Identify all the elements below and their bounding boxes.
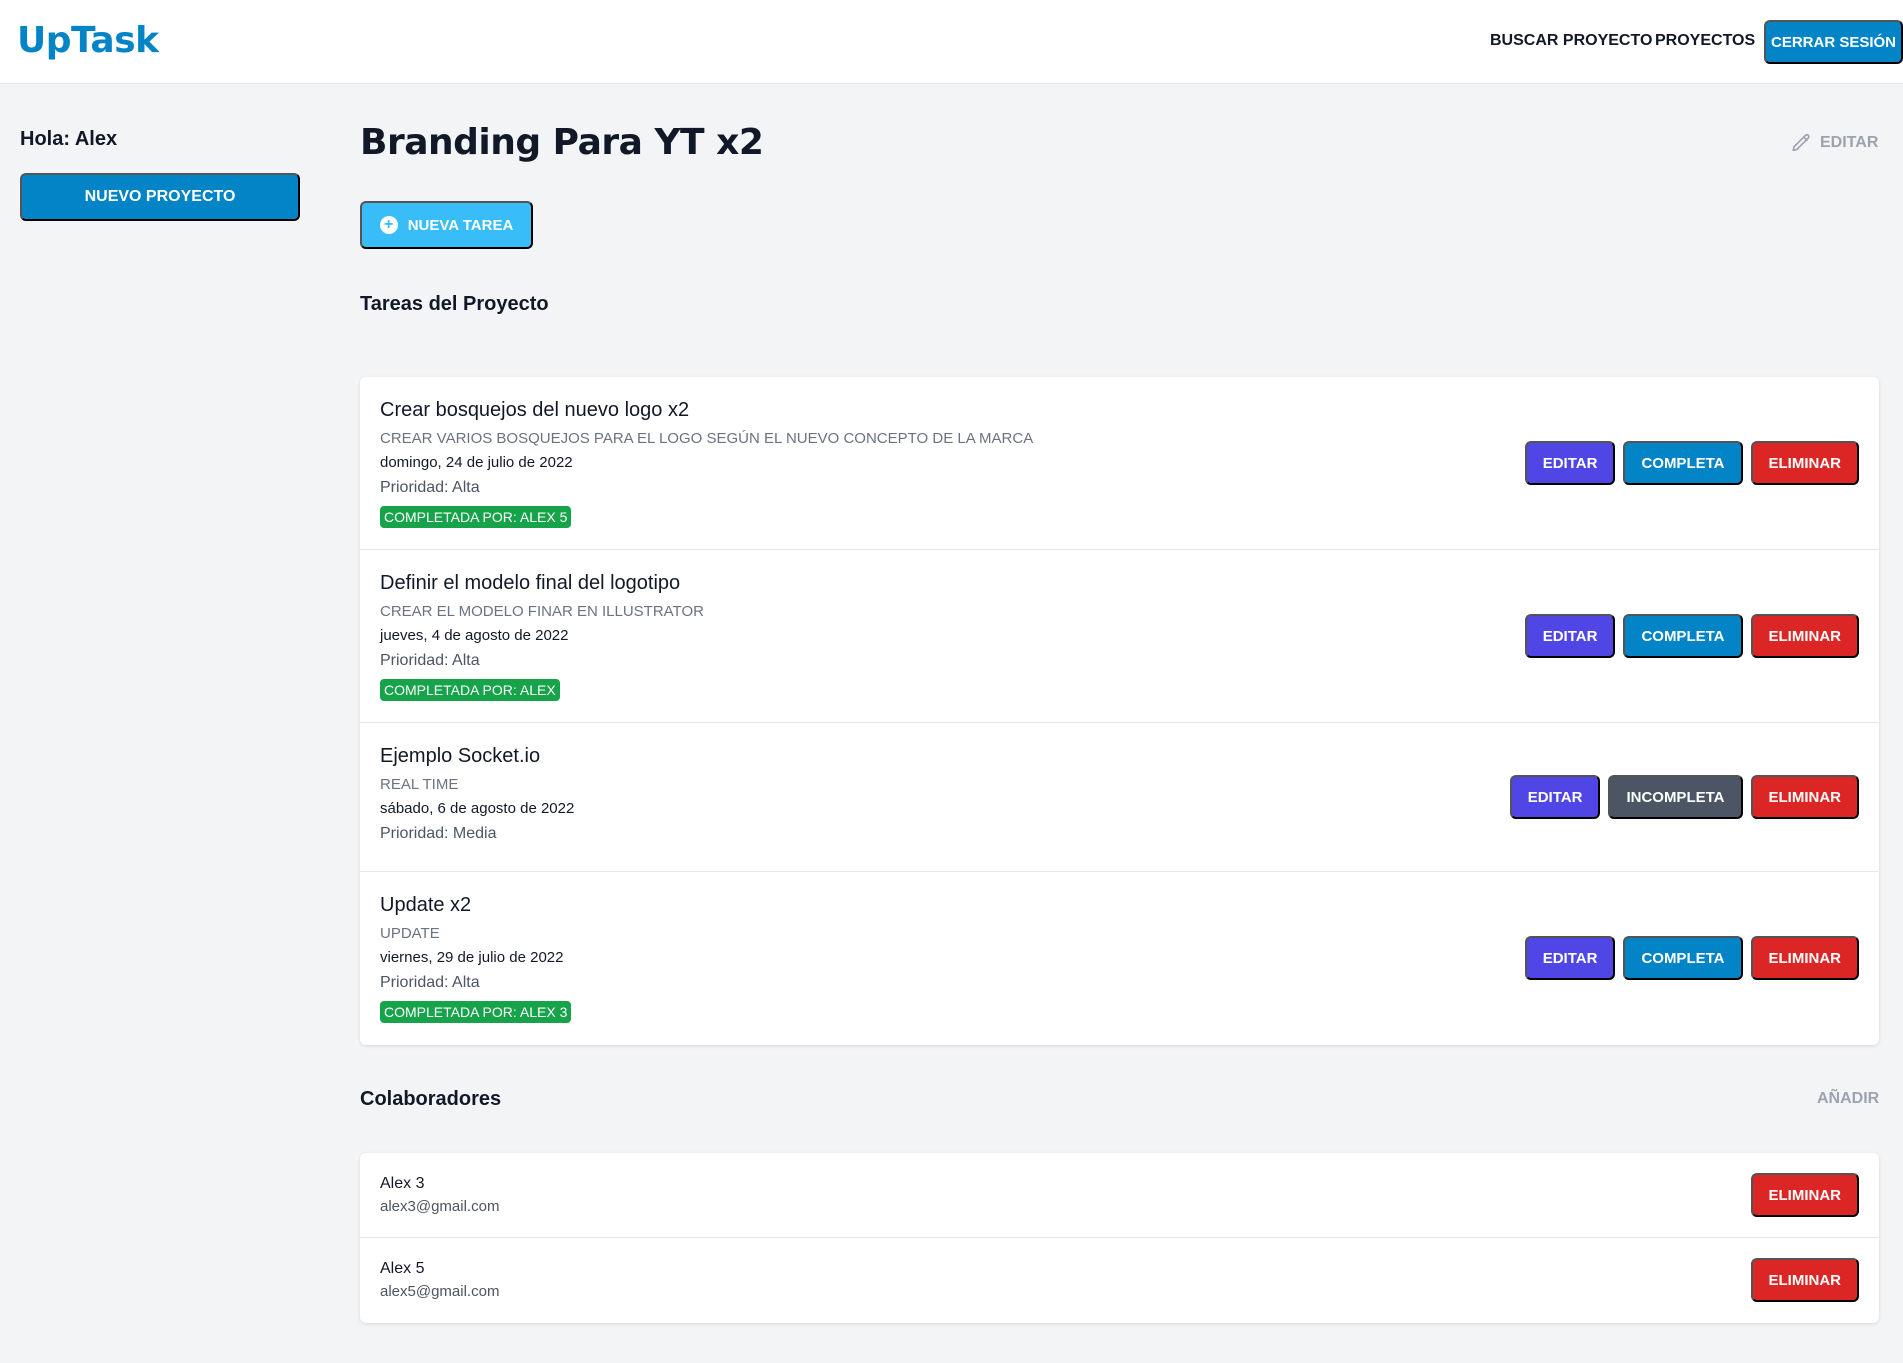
edit-task-button[interactable]: EDITAR — [1524, 441, 1616, 485]
task-priority: Prioridad: Alta — [380, 479, 480, 496]
task-item: Definir el modelo final del logotipo CRE… — [360, 550, 1879, 723]
task-description: UPDATE — [380, 925, 440, 942]
collaborator-item: Alex 5 alex5@gmail.com ELIMINAR — [360, 1238, 1879, 1323]
task-name: Definir el modelo final del logotipo — [380, 572, 681, 594]
delete-collaborator-button[interactable]: ELIMINAR — [1750, 1258, 1859, 1302]
collaborator-email: alex3@gmail.com — [380, 1198, 500, 1215]
uptask-logo[interactable]: UpTask — [17, 20, 159, 61]
toggle-state-button[interactable]: INCOMPLETA — [1608, 775, 1743, 819]
edit-project-button[interactable]: EDITAR — [1790, 132, 1878, 154]
new-task-label: NUEVA TAREA — [407, 216, 514, 234]
logout-button[interactable]: CERRAR SESIÓN — [1764, 20, 1903, 64]
task-description: REAL TIME — [380, 776, 459, 793]
new-task-button[interactable]: + NUEVA TAREA — [360, 201, 533, 249]
task-actions: EDITAR COMPLETA ELIMINAR — [1524, 441, 1859, 485]
task-actions: EDITAR INCOMPLETA ELIMINAR — [1509, 775, 1859, 819]
toggle-state-button[interactable]: COMPLETA — [1623, 936, 1743, 980]
edit-project-label: EDITAR — [1820, 134, 1879, 151]
new-project-button[interactable]: NUEVO PROYECTO — [20, 173, 300, 221]
collaborators-list: Alex 3 alex3@gmail.com ELIMINAR Alex 5 a… — [360, 1153, 1879, 1323]
project-title: Branding Para YT x2 — [360, 122, 764, 163]
delete-task-button[interactable]: ELIMINAR — [1750, 936, 1859, 980]
tasks-list: Crear bosquejos del nuevo logo x2 CREAR … — [360, 377, 1879, 1045]
completed-by-badge: COMPLETADA POR: ALEX 3 — [380, 1001, 572, 1023]
task-priority: Prioridad: Media — [380, 825, 497, 842]
collaborator-item: Alex 3 alex3@gmail.com ELIMINAR — [360, 1153, 1879, 1238]
user-greeting: Hola: Alex — [20, 128, 118, 150]
edit-task-button[interactable]: EDITAR — [1509, 775, 1601, 819]
delete-task-button[interactable]: ELIMINAR — [1750, 614, 1859, 658]
top-header: UpTask BUSCAR PROYECTO PROYECTOS CERRAR … — [0, 0, 1903, 84]
delete-task-button[interactable]: ELIMINAR — [1750, 775, 1859, 819]
edit-task-button[interactable]: EDITAR — [1524, 614, 1616, 658]
task-actions: EDITAR COMPLETA ELIMINAR — [1524, 936, 1859, 980]
task-name: Ejemplo Socket.io — [380, 745, 541, 767]
task-item: Update x2 UPDATE viernes, 29 de julio de… — [360, 872, 1879, 1045]
collaborator-name: Alex 5 — [380, 1260, 425, 1277]
tasks-heading: Tareas del Proyecto — [360, 293, 549, 315]
pencil-icon — [1792, 133, 1810, 152]
delete-collaborator-button[interactable]: ELIMINAR — [1750, 1173, 1859, 1217]
collaborator-email: alex5@gmail.com — [380, 1283, 500, 1300]
task-name: Update x2 — [380, 894, 472, 916]
task-priority: Prioridad: Alta — [380, 974, 480, 991]
add-collaborator-link[interactable]: AÑADIR — [1817, 1090, 1879, 1108]
nav-projects[interactable]: PROYECTOS — [1655, 32, 1755, 50]
toggle-state-button[interactable]: COMPLETA — [1623, 614, 1743, 658]
nav-search-project[interactable]: BUSCAR PROYECTO — [1490, 32, 1652, 50]
collaborator-name: Alex 3 — [380, 1175, 425, 1192]
edit-task-button[interactable]: EDITAR — [1524, 936, 1616, 980]
task-name: Crear bosquejos del nuevo logo x2 — [380, 399, 690, 421]
task-item: Ejemplo Socket.io REAL TIME sábado, 6 de… — [360, 723, 1879, 872]
task-date: viernes, 29 de julio de 2022 — [380, 949, 564, 966]
task-date: domingo, 24 de julio de 2022 — [380, 454, 573, 471]
completed-by-badge: COMPLETADA POR: ALEX — [380, 679, 560, 701]
task-priority: Prioridad: Alta — [380, 652, 480, 669]
task-date: jueves, 4 de agosto de 2022 — [380, 627, 569, 644]
completed-by-badge: COMPLETADA POR: ALEX 5 — [380, 506, 572, 528]
task-item: Crear bosquejos del nuevo logo x2 CREAR … — [360, 377, 1879, 550]
plus-circle-icon: + — [379, 216, 398, 234]
delete-task-button[interactable]: ELIMINAR — [1750, 441, 1859, 485]
task-actions: EDITAR COMPLETA ELIMINAR — [1524, 614, 1859, 658]
task-date: sábado, 6 de agosto de 2022 — [380, 800, 575, 817]
toggle-state-button[interactable]: COMPLETA — [1623, 441, 1743, 485]
task-description: CREAR VARIOS BOSQUEJOS PARA EL LOGO SEGÚ… — [380, 430, 1034, 447]
task-description: CREAR EL MODELO FINAR EN ILLUSTRATOR — [380, 603, 704, 620]
collaborators-heading: Colaboradores — [360, 1088, 502, 1110]
